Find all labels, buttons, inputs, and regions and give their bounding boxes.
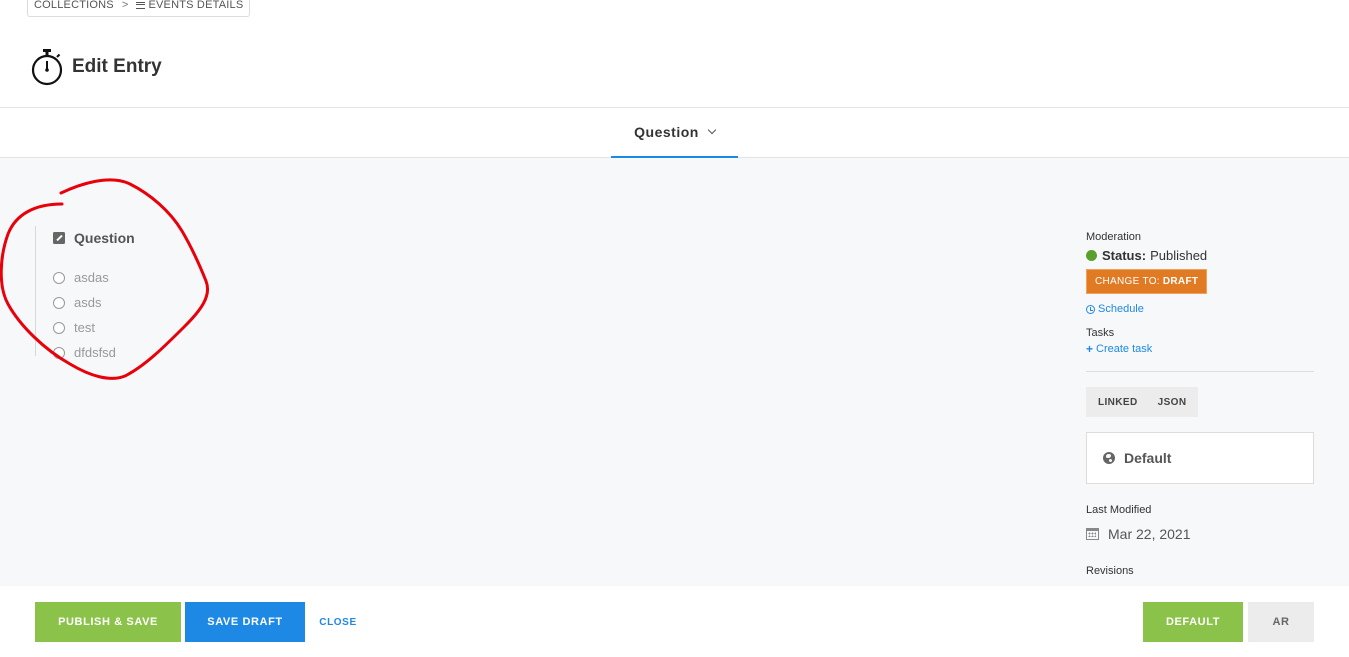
breadcrumb-collections[interactable]: COLLECTIONS [34,0,114,11]
locale-selector[interactable]: Default [1086,432,1314,484]
question-options: asdas asds test dfdsfsd [53,265,135,365]
last-modified-label: Last Modified [1086,504,1152,516]
json-toggle[interactable]: JSON [1158,397,1187,408]
last-modified-value: Mar 22, 2021 [1108,526,1191,542]
breadcrumb-events[interactable]: EVENTS DETAILS [136,0,243,11]
radio-option[interactable]: test [53,315,135,340]
radio-option-label: test [74,320,95,335]
view-toggle: LINKED JSON [1086,387,1199,417]
question-field-header: Question [53,230,135,246]
save-draft-button[interactable]: SAVE DRAFT [185,602,305,642]
breadcrumb-separator: > [121,0,129,11]
tab-question[interactable]: Question [611,108,738,158]
question-field-label: Question [74,230,135,246]
breadcrumb-events-label: EVENTS DETAILS [148,0,244,11]
page-title: Edit Entry [72,56,162,77]
radio-option-label: dfdsfsd [74,345,116,360]
radio-circle-icon[interactable] [53,296,65,309]
stopwatch-icon [31,49,63,86]
title-group: Edit Entry [30,48,162,86]
publish-save-button[interactable]: PUBLISH & SAVE [35,602,181,642]
list-icon [136,1,146,9]
calendar-icon [1086,528,1099,540]
status-key: Status: [1102,248,1147,263]
main-content: Question asdas asds test dfdsfsd Moderat… [0,158,1349,586]
radio-option[interactable]: asds [53,290,135,315]
moderation-label: Moderation [1086,231,1142,243]
page-header: COLLECTIONS > EVENTS DETAILS Edit Entry [0,0,1349,108]
clock-icon [1086,304,1095,314]
status-row: Status: Published [1086,248,1314,263]
edit-icon [53,232,65,244]
radio-option-label: asdas [74,270,109,285]
last-modified-row: Mar 22, 2021 [1086,526,1314,542]
revisions-label: Revisions [1086,565,1134,577]
plus-icon: + [1086,342,1094,356]
locale-label: Default [1124,450,1172,466]
change-status-target: DRAFT [1162,276,1199,287]
change-status-prefix: CHANGE TO: [1095,276,1160,287]
chevron-down-icon [707,125,717,135]
locale-ar-button[interactable]: AR [1248,602,1314,642]
close-button[interactable]: CLOSE [316,602,360,642]
linked-toggle[interactable]: LINKED [1098,397,1138,408]
radio-circle-icon[interactable] [53,271,65,284]
radio-option[interactable]: dfdsfsd [53,340,135,365]
change-status-button[interactable]: CHANGE TO: DRAFT [1086,269,1208,294]
locale-default-button[interactable]: DEFAULT [1143,602,1243,642]
question-field: Question asdas asds test dfdsfsd [35,226,135,360]
schedule-link-label: Schedule [1098,303,1144,315]
entry-sidebar: Moderation Status: Published CHANGE TO: D… [1086,231,1314,577]
status-value: Published [1150,248,1208,263]
radio-option-label: asds [74,295,102,310]
breadcrumb: COLLECTIONS > EVENTS DETAILS [27,0,251,17]
globe-icon [1103,452,1115,464]
schedule-link[interactable]: Schedule [1086,303,1314,315]
status-dot-icon [1086,250,1097,261]
create-task-label: Create task [1096,343,1153,355]
radio-option[interactable]: asdas [53,265,135,290]
tasks-label: Tasks [1086,327,1115,339]
action-footer: PUBLISH & SAVE SAVE DRAFT CLOSE DEFAULT … [0,586,1349,657]
create-task-link[interactable]: + Create task [1086,343,1314,355]
tab-question-label: Question [634,124,699,140]
sidebar-divider [1086,371,1314,372]
tab-bar: Question [0,108,1349,158]
radio-circle-icon[interactable] [53,346,65,359]
radio-circle-icon[interactable] [53,321,65,334]
